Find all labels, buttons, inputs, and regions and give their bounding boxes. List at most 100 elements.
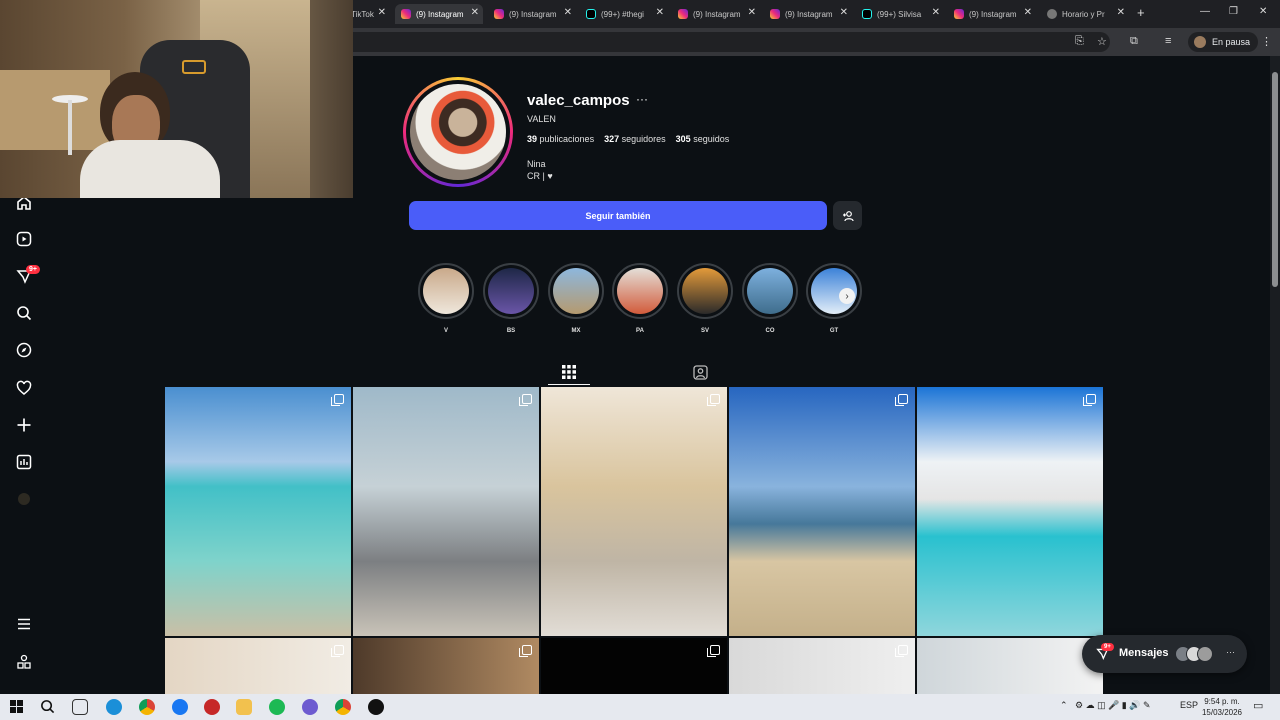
close-window-icon[interactable]: ✕ — [1259, 6, 1267, 17]
story-highlight[interactable]: PA — [612, 263, 668, 334]
browser-tab[interactable]: Horario y Pr ✕ — [1041, 4, 1129, 24]
tab-tagged[interactable] — [686, 361, 714, 383]
tiktok-icon — [862, 9, 872, 19]
profile-avatar-ring[interactable] — [403, 77, 513, 187]
obs-icon[interactable] — [368, 699, 384, 715]
media-controls-icon[interactable]: ≡ — [1165, 35, 1171, 47]
notification-center-icon[interactable]: ▭ — [1253, 699, 1263, 712]
browser-tab-label: (99+) Silvisa — [877, 9, 922, 19]
extensions-icon[interactable]: ⧉ — [1130, 35, 1138, 48]
highlights-next-button[interactable]: › — [839, 288, 855, 304]
windows-start-icon[interactable] — [10, 700, 23, 713]
post-thumbnail[interactable] — [541, 387, 727, 636]
browser-menu-icon[interactable]: ⋮ — [1261, 35, 1272, 48]
following-stat[interactable]: 305 seguidos — [676, 134, 730, 144]
tab-posts[interactable] — [555, 361, 583, 383]
close-tab-icon[interactable]: ✕ — [656, 7, 664, 18]
tray-chevron-icon[interactable]: ⌃ — [1060, 700, 1068, 711]
profile-chip[interactable]: En pausa — [1188, 32, 1259, 52]
create-icon[interactable] — [14, 415, 34, 435]
grid-icon — [562, 365, 576, 379]
post-thumbnail[interactable] — [729, 638, 915, 694]
facebook-icon[interactable] — [172, 699, 188, 715]
explore-icon[interactable] — [14, 340, 34, 360]
profile-bio-line-1: Nina — [527, 159, 546, 169]
browser-tab[interactable]: (9) Instagram ✕ — [395, 4, 483, 24]
close-tab-icon[interactable]: ✕ — [564, 7, 572, 18]
followers-stat[interactable]: 327 seguidores — [604, 134, 666, 144]
messages-label: Mensajes — [1119, 647, 1169, 659]
tray-icons[interactable]: ⚙ ☁ ◫ 🎤 ▮ 🔊 ✎ — [1075, 700, 1150, 711]
profile-photo — [410, 84, 506, 180]
scrollbar-thumb[interactable] — [1272, 72, 1278, 287]
taskbar-search-icon[interactable] — [40, 699, 55, 714]
spotify-icon[interactable] — [269, 699, 285, 715]
menu-icon[interactable] — [14, 614, 34, 634]
browser-tab-label: (9) Instagram — [416, 9, 464, 19]
browser-tab[interactable]: (9) Instagram ✕ — [672, 4, 760, 24]
minimize-icon[interactable]: — — [1200, 6, 1210, 17]
chrome-profile-icon[interactable] — [335, 699, 351, 715]
more-apps-icon[interactable] — [14, 652, 34, 672]
file-explorer-icon[interactable] — [236, 699, 252, 715]
close-tab-icon[interactable]: ✕ — [932, 7, 940, 18]
post-thumbnail[interactable] — [917, 387, 1103, 636]
edge-icon[interactable] — [106, 699, 122, 715]
browser-tab[interactable]: (99+) #thegi ✕ — [580, 4, 668, 24]
discord-icon[interactable] — [302, 699, 318, 715]
messages-button[interactable]: 9+ Mensajes ··· — [1082, 635, 1247, 673]
chrome-icon[interactable] — [139, 699, 155, 715]
reels-icon[interactable] — [14, 229, 34, 249]
address-field[interactable] — [290, 32, 1110, 52]
browser-tab-label: (9) Instagram — [509, 9, 557, 19]
post-thumbnail[interactable] — [353, 638, 539, 694]
close-tab-icon[interactable]: ✕ — [748, 7, 756, 18]
carousel-icon — [707, 645, 720, 657]
highlight-label: V — [443, 328, 448, 334]
browser-tab[interactable]: (9) Instagram ✕ — [488, 4, 576, 24]
post-thumbnail[interactable] — [541, 638, 727, 694]
suggested-users-button[interactable] — [833, 201, 862, 230]
carousel-icon — [1083, 394, 1096, 406]
browser-tab[interactable]: (9) Instagram ✕ — [764, 4, 852, 24]
story-highlight[interactable]: CO — [742, 263, 798, 334]
story-highlight[interactable]: BS — [483, 263, 539, 334]
browser-tab[interactable]: (9) Instagram ✕ — [948, 4, 1036, 24]
close-tab-icon[interactable]: ✕ — [1117, 7, 1125, 18]
language-indicator[interactable]: ESP — [1180, 700, 1198, 710]
follow-back-button[interactable]: Seguir también — [409, 201, 827, 230]
notifications-badge: 9+ — [26, 265, 40, 274]
close-tab-icon[interactable]: ✕ — [471, 7, 479, 18]
story-highlight[interactable]: V — [418, 263, 474, 334]
story-highlight[interactable]: SV — [677, 263, 733, 334]
story-highlight[interactable]: MX — [548, 263, 604, 334]
close-tab-icon[interactable]: ✕ — [378, 7, 386, 18]
browser-tab[interactable]: (99+) Silvisa ✕ — [856, 4, 944, 24]
task-view-icon[interactable] — [72, 699, 88, 715]
messages-more[interactable]: ··· — [1226, 647, 1235, 657]
highlight-label: BS — [506, 328, 516, 334]
post-thumbnail[interactable] — [353, 387, 539, 636]
profile-nav-avatar[interactable] — [14, 489, 34, 509]
instagram-icon — [494, 9, 504, 19]
highlight-cover — [612, 263, 668, 319]
profile-options-icon[interactable]: ··· — [636, 92, 648, 106]
close-tab-icon[interactable]: ✕ — [1024, 7, 1032, 18]
new-tab-button[interactable]: + — [1137, 5, 1145, 20]
page-scrollbar[interactable] — [1270, 56, 1280, 694]
highlight-label: GT — [829, 328, 839, 334]
post-thumbnail[interactable] — [729, 387, 915, 636]
search-icon[interactable] — [14, 303, 34, 323]
profile-avatar — [1194, 36, 1206, 48]
maximize-icon[interactable]: ❐ — [1229, 6, 1238, 17]
post-thumbnail[interactable] — [917, 638, 1103, 694]
red-app-icon[interactable] — [204, 699, 220, 715]
dashboard-icon[interactable] — [14, 452, 34, 472]
post-thumbnail[interactable] — [165, 387, 351, 636]
system-clock[interactable]: 9:54 p. m. 15/03/2026 — [1200, 696, 1244, 718]
post-thumbnail[interactable] — [165, 638, 351, 694]
bookmark-star-icon[interactable]: ☆ — [1097, 35, 1107, 48]
close-tab-icon[interactable]: ✕ — [840, 7, 848, 18]
heart-icon[interactable] — [14, 378, 34, 398]
install-app-icon[interactable]: ⎘ — [1075, 35, 1084, 48]
